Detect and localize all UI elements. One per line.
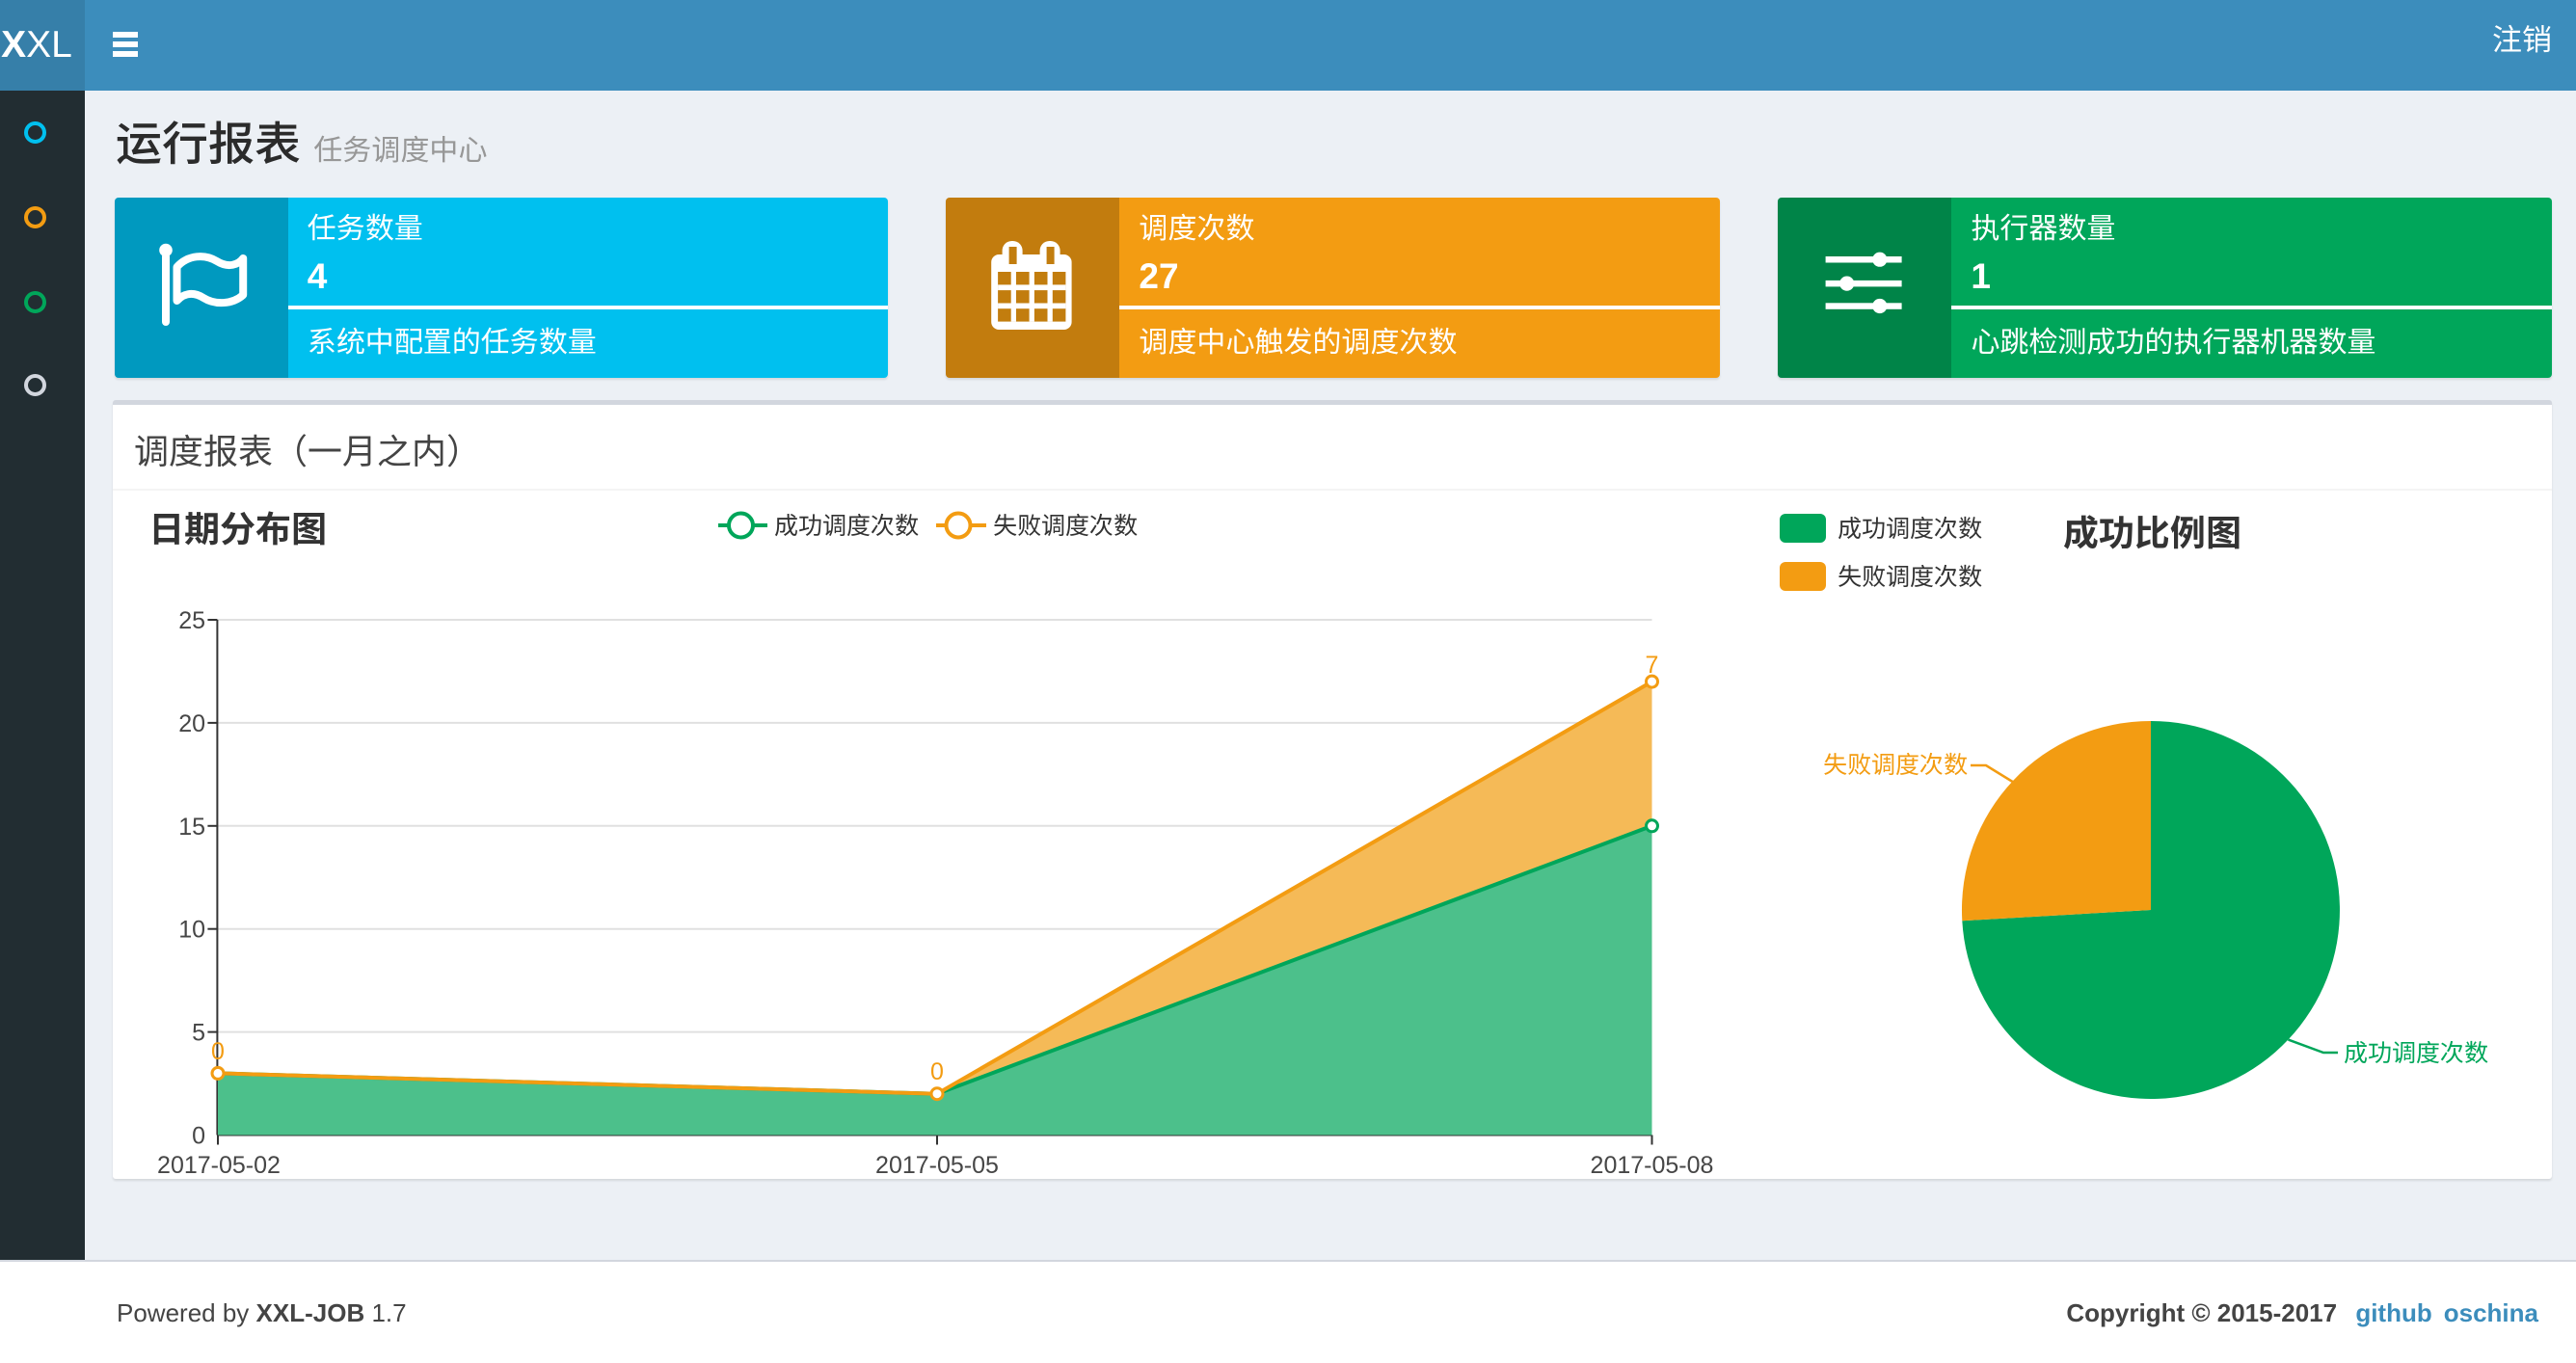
svg-text:5: 5: [192, 1020, 205, 1047]
svg-text:15: 15: [178, 814, 205, 841]
svg-text:失败调度次数: 失败调度次数: [1823, 752, 1968, 779]
svg-text:成功比例图: 成功比例图: [2063, 514, 2241, 553]
svg-text:失败调度次数: 失败调度次数: [1838, 564, 1982, 591]
svg-text:0: 0: [192, 1123, 205, 1150]
svg-text:0: 0: [930, 1058, 944, 1085]
svg-text:7: 7: [1646, 652, 1659, 679]
svg-text:10: 10: [178, 917, 205, 944]
svg-text:2017-05-05: 2017-05-05: [875, 1152, 999, 1179]
svg-text:成功调度次数: 成功调度次数: [1838, 516, 1982, 543]
svg-text:日期分布图: 日期分布图: [148, 510, 327, 549]
svg-text:0: 0: [211, 1038, 225, 1065]
svg-text:2017-05-02: 2017-05-02: [157, 1152, 281, 1179]
svg-text:20: 20: [178, 710, 205, 737]
svg-text:失败调度次数: 失败调度次数: [993, 513, 1138, 540]
svg-text:25: 25: [178, 607, 205, 634]
svg-text:2017-05-08: 2017-05-08: [1591, 1152, 1714, 1179]
svg-text:成功调度次数: 成功调度次数: [774, 513, 919, 540]
svg-text:成功调度次数: 成功调度次数: [2344, 1040, 2488, 1067]
